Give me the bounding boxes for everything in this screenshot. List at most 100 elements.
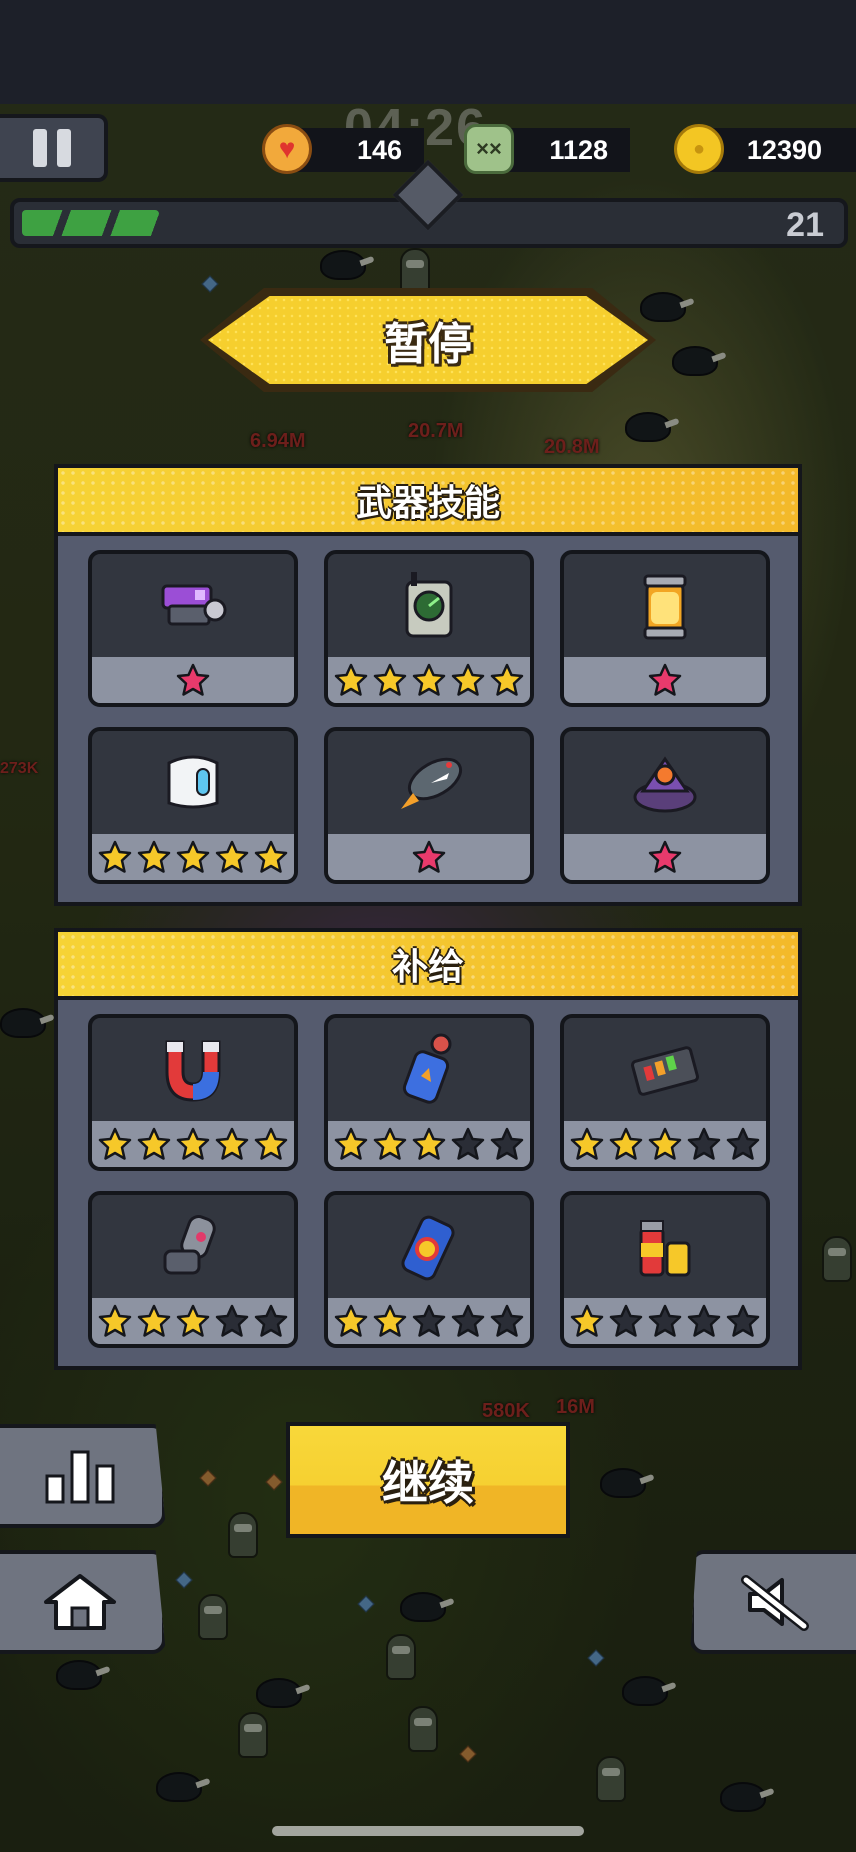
weapon-skill-card-art [92,554,294,657]
weapon-skill-star-rating [328,657,530,703]
blue-potion-icon [402,1033,452,1104]
star-empty-icon [412,1304,446,1337]
pause-button[interactable] [0,114,108,182]
weapon-skill-card-art [564,554,766,657]
home-button[interactable] [0,1550,166,1654]
supply-card-art [92,1195,294,1298]
star-empty-icon [609,1304,643,1337]
continue-label: 继续 [382,1457,474,1509]
star-filled-icon [98,1127,132,1160]
home-indicator-bar[interactable] [272,1826,584,1836]
coin-icon: ● [674,124,724,174]
level-number: 21 [786,206,824,244]
star-filled-icon [137,1304,171,1337]
weapon-skills-header: 武器技能 [58,468,798,536]
star-filled-icon [373,663,407,696]
supply-star-rating [328,1298,530,1344]
pause-icon [33,129,47,167]
kills-value: 1128 [549,134,608,165]
supply-star-rating [564,1298,766,1344]
health-value: 146 [356,134,402,165]
pause-banner: 暂停 [208,296,648,384]
supplies-title: 补给 [391,946,464,987]
weapon-skill-star-rating [564,834,766,880]
star-filled-icon [609,1127,643,1160]
star-filled-icon [373,1127,407,1160]
supply-star-rating [328,1121,530,1167]
supply-card[interactable] [560,1191,770,1348]
star-empty-icon [254,1304,288,1337]
weapon-skill-star-rating [328,834,530,880]
bar-chart-icon [45,1450,115,1504]
star-filled-icon [215,840,249,873]
supply-card-art [328,1195,530,1298]
star-filled-icon [176,840,210,873]
shark-rocket-icon [401,757,463,809]
star-filled-icon [373,1304,407,1337]
supplies-header: 补给 [58,932,798,1000]
star-filled-icon [648,663,682,696]
weapon-skill-star-rating [564,657,766,703]
continue-button[interactable]: 继续 [286,1422,570,1538]
sound-muted-icon [741,1575,809,1631]
star-empty-icon [687,1127,721,1160]
star-filled-icon [334,663,368,696]
purple-blaster-icon [161,584,227,625]
star-filled-icon [412,663,446,696]
weapon-skill-card[interactable] [88,550,298,707]
star-filled-icon [570,1304,604,1337]
star-empty-icon [687,1304,721,1337]
supplies-grid [58,1000,798,1366]
top-bar [0,0,856,104]
star-filled-icon [648,840,682,873]
weapon-skill-star-rating [92,657,294,703]
purple-turret-icon [633,755,697,812]
pause-icon [57,129,71,167]
stats-button[interactable] [0,1424,166,1528]
supply-card-art [564,1018,766,1121]
star-empty-icon [648,1304,682,1337]
star-filled-icon [176,1127,210,1160]
weapon-skill-card[interactable] [560,727,770,884]
supplies-panel: 补给 [54,928,802,1370]
star-filled-icon [490,663,524,696]
supply-card[interactable] [88,1191,298,1348]
star-filled-icon [137,840,171,873]
star-filled-icon [570,1127,604,1160]
energy-drink-icon [401,1215,455,1280]
weapon-skills-grid [58,536,798,902]
supply-card[interactable] [324,1191,534,1348]
star-filled-icon [176,663,210,696]
coins-value: 12390 [746,134,822,165]
star-filled-icon [137,1127,171,1160]
weapon-skill-card[interactable] [324,550,534,707]
star-empty-icon [451,1304,485,1337]
weapon-skill-card[interactable] [88,727,298,884]
radar-device-icon [405,571,453,637]
magnet-icon [165,1040,221,1102]
weapon-skill-card[interactable] [560,550,770,707]
weapon-skill-card-art [328,554,530,657]
supply-card[interactable] [324,1014,534,1171]
star-filled-icon [334,1304,368,1337]
heart-icon: ♥ [262,124,312,174]
experience-fill [22,210,160,236]
star-filled-icon [412,1127,446,1160]
supply-card-art [564,1195,766,1298]
ammo-shells-icon [639,1219,691,1276]
weapon-skill-card-art [564,731,766,834]
pause-title: 暂停 [384,320,472,369]
weapon-skill-card[interactable] [324,727,534,884]
weapon-skills-title: 武器技能 [355,482,500,523]
star-empty-icon [726,1304,760,1337]
supply-card[interactable] [88,1014,298,1171]
weapon-skills-panel: 武器技能 [54,464,802,906]
supply-card[interactable] [560,1014,770,1171]
zombie-skull-icon: ×× [464,124,514,174]
arm-cannon-icon [163,1214,216,1274]
mute-button[interactable] [690,1550,856,1654]
star-empty-icon [490,1127,524,1160]
weapon-skill-card-art [92,731,294,834]
star-filled-icon [254,1127,288,1160]
supply-star-rating [92,1121,294,1167]
